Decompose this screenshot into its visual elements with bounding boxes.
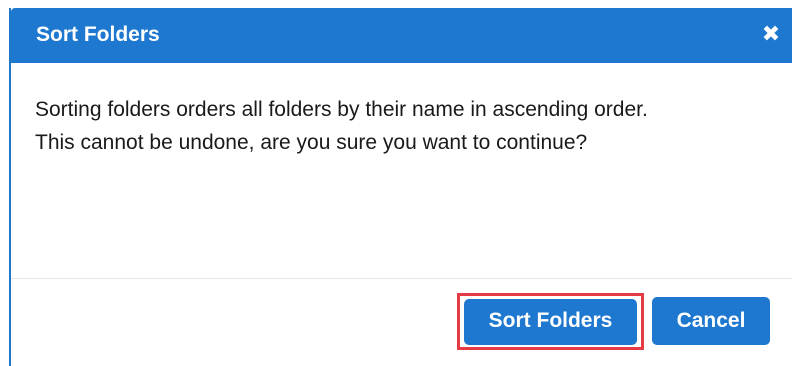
dialog-footer: Sort Folders Cancel	[11, 279, 792, 366]
dialog-message: Sorting folders orders all folders by th…	[35, 93, 782, 159]
sort-folders-button[interactable]: Sort Folders	[464, 299, 637, 345]
message-line-2: This cannot be undone, are you sure you …	[35, 131, 588, 154]
sort-folders-dialog: Sort Folders ✖ Sorting folders orders al…	[9, 8, 792, 366]
dialog-header: Sort Folders ✖	[11, 8, 792, 63]
close-icon[interactable]: ✖	[760, 21, 782, 47]
dialog-title: Sort Folders	[36, 23, 160, 46]
cancel-button[interactable]: Cancel	[652, 297, 770, 345]
message-line-1: Sorting folders orders all folders by th…	[35, 98, 648, 121]
